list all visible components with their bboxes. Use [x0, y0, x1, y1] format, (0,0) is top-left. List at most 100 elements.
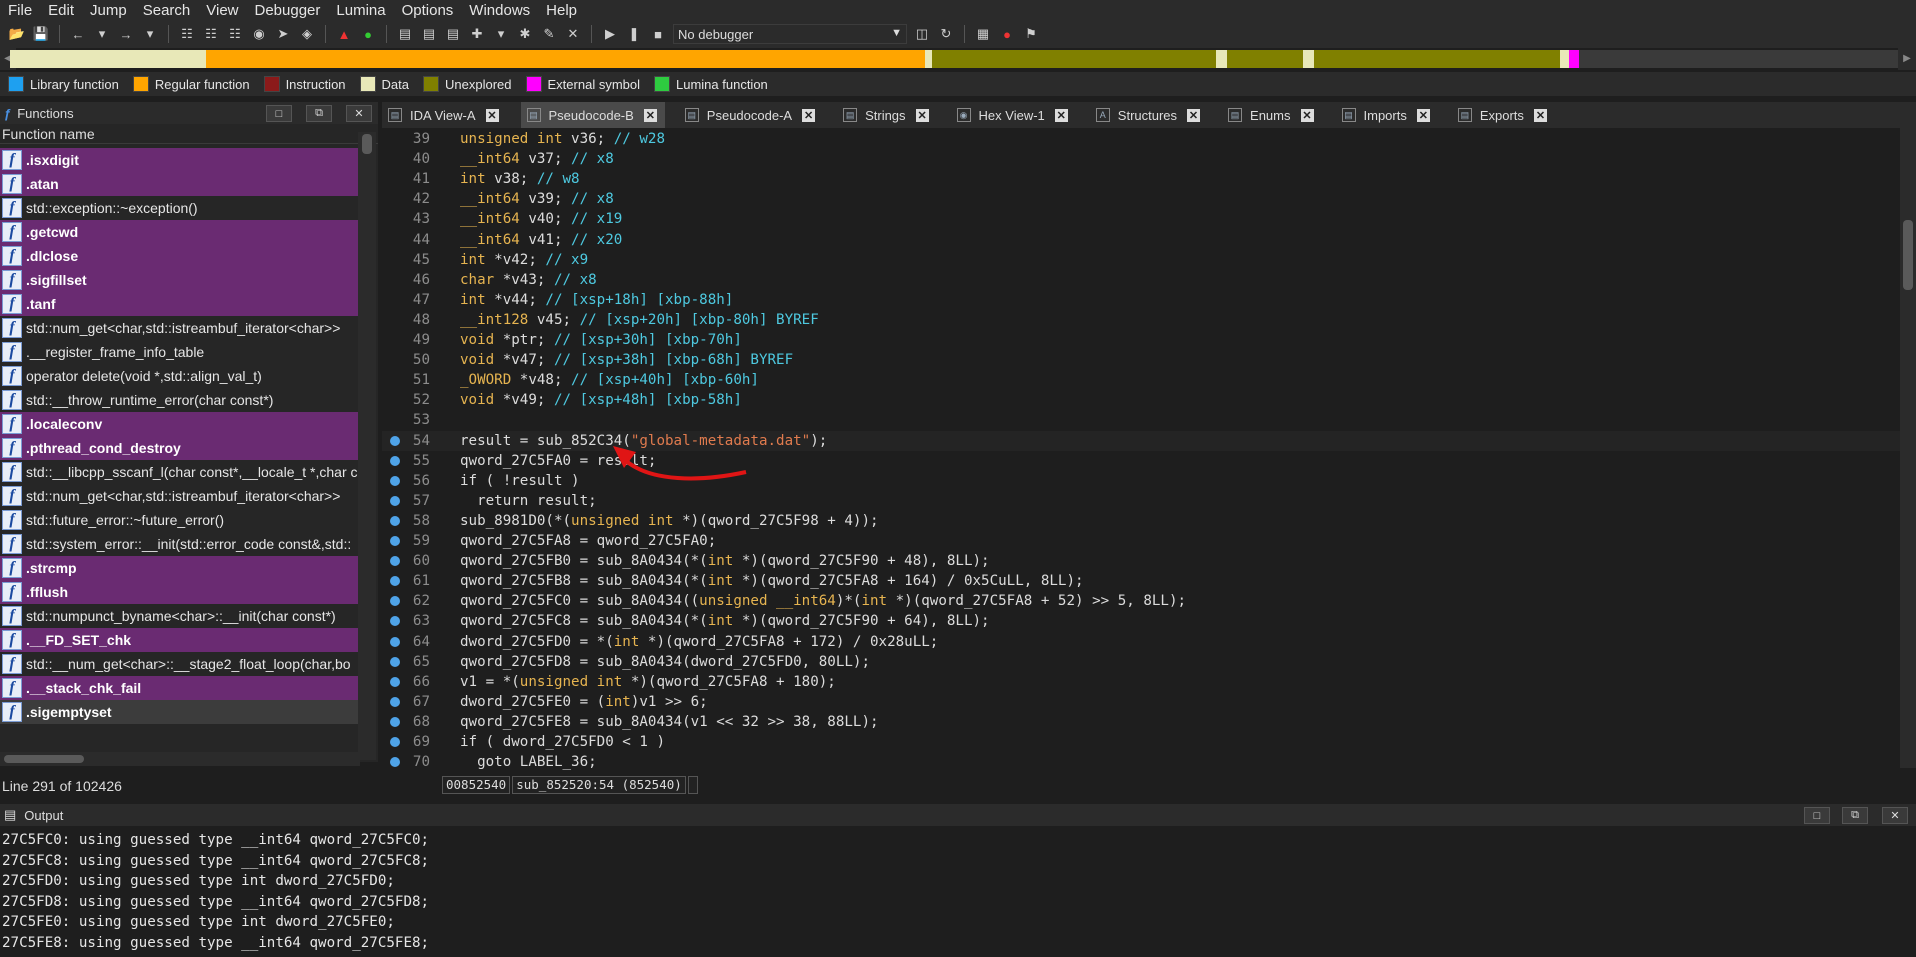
- warning-triangle-icon[interactable]: ▲: [335, 25, 353, 43]
- breakpoint-dot-icon[interactable]: [390, 495, 400, 506]
- attach-process-icon[interactable]: ◫: [913, 25, 931, 43]
- menu-options[interactable]: Options: [394, 2, 462, 19]
- code-line[interactable]: 65 qword_27C5FD8 = sub_8A0434(dword_27C5F…: [382, 652, 1902, 672]
- code-line[interactable]: 55 qword_27C5FA0 = result;: [382, 451, 1902, 471]
- panel-float-button[interactable]: ⧉: [306, 105, 332, 122]
- structure-icon[interactable]: ▤: [444, 25, 462, 43]
- code-line[interactable]: 67 dword_27C5FE0 = (int)v1 >> 6;: [382, 692, 1902, 712]
- tab-strings[interactable]: ▤ Strings ✕: [837, 102, 936, 128]
- code-line[interactable]: 64 dword_27C5FD0 = *(int *)(qword_27C5FA8…: [382, 632, 1902, 652]
- function-row[interactable]: f .sigfillset: [0, 268, 358, 292]
- function-row[interactable]: f operator delete(void *,std::align_val_t…: [0, 364, 358, 388]
- function-row[interactable]: f std::__libcpp_sscanf_l(char const*,__lo…: [0, 460, 358, 484]
- function-row[interactable]: f std::numpunct_byname<char>::__init(char…: [0, 604, 358, 628]
- breakpoint-dot-icon[interactable]: [390, 515, 400, 526]
- flag-icon[interactable]: ⚑: [1022, 25, 1040, 43]
- close-icon[interactable]: ✕: [1054, 108, 1068, 122]
- tab-hex-view-1[interactable]: ◉ Hex View-1 ✕: [951, 102, 1076, 128]
- breakpoint-dot-icon[interactable]: [390, 435, 400, 446]
- menu-edit[interactable]: Edit: [40, 2, 82, 19]
- function-row[interactable]: f std::__num_get<char>::__stage2_float_lo…: [0, 652, 358, 676]
- function-row[interactable]: f .atan: [0, 172, 358, 196]
- tab-ida-view-a[interactable]: ▤ IDA View-A ✕: [382, 102, 507, 128]
- tab-pseudocode-a[interactable]: ▤ Pseudocode-A ✕: [679, 102, 823, 128]
- save-icon[interactable]: 💾: [32, 25, 50, 43]
- code-line[interactable]: 47 int *v44; // [xsp+18h] [xbp-88h]: [382, 290, 1902, 310]
- breakpoint-dot-icon[interactable]: [390, 716, 400, 727]
- function-row[interactable]: f .localeconv: [0, 412, 358, 436]
- tab-imports[interactable]: ▤ Imports ✕: [1336, 102, 1438, 128]
- code-line[interactable]: 70 goto LABEL_36;: [382, 752, 1902, 772]
- search-immediate-icon[interactable]: ☷: [226, 25, 244, 43]
- code-line[interactable]: 60 qword_27C5FB0 = sub_8A0434(*(int *)(qw…: [382, 551, 1902, 571]
- close-icon[interactable]: ✕: [1533, 108, 1547, 122]
- output-close-button[interactable]: ✕: [1882, 807, 1908, 824]
- code-line[interactable]: 63 qword_27C5FC8 = sub_8A0434(*(int *)(qw…: [382, 611, 1902, 631]
- list-view-icon[interactable]: ▦: [974, 25, 992, 43]
- binoculars-icon[interactable]: ◉: [250, 25, 268, 43]
- function-row[interactable]: f .fflush: [0, 580, 358, 604]
- open-folder-icon[interactable]: 📂: [8, 25, 26, 43]
- code-line[interactable]: 48 __int128 v45; // [xsp+20h] [xbp-80h] B…: [382, 310, 1902, 330]
- code-line[interactable]: 42 __int64 v39; // x8: [382, 189, 1902, 209]
- lumina-green-icon[interactable]: ●: [359, 25, 377, 43]
- back-dropdown-icon[interactable]: ▾: [93, 25, 111, 43]
- panel-close-button[interactable]: ✕: [346, 105, 372, 122]
- function-row[interactable]: f .getcwd: [0, 220, 358, 244]
- scroll-thumb[interactable]: [4, 755, 84, 763]
- debugger-select[interactable]: No debugger ▼: [673, 24, 907, 44]
- code-line[interactable]: 49 void *ptr; // [xsp+30h] [xbp-70h]: [382, 330, 1902, 350]
- play-icon[interactable]: ▶: [601, 25, 619, 43]
- add-cross-ref-icon[interactable]: ✚: [468, 25, 486, 43]
- close-icon[interactable]: ✕: [802, 108, 816, 122]
- code-line[interactable]: 53: [382, 410, 1902, 430]
- code-line[interactable]: 69 if ( dword_27C5FD0 < 1 ): [382, 732, 1902, 752]
- menu-debugger[interactable]: Debugger: [247, 2, 329, 19]
- scroll-thumb[interactable]: [1903, 220, 1913, 290]
- function-row[interactable]: f .__stack_chk_fail: [0, 676, 358, 700]
- breakpoint-dot-icon[interactable]: [390, 757, 400, 768]
- patch-icon[interactable]: ✱: [516, 25, 534, 43]
- breakpoint-dot-icon[interactable]: [390, 455, 400, 466]
- close-icon[interactable]: ✕: [485, 108, 499, 122]
- code-line[interactable]: 46 char *v43; // x8: [382, 270, 1902, 290]
- output-restore-button[interactable]: □: [1804, 807, 1830, 824]
- code-line[interactable]: 58 sub_8981D0(*(unsigned int *)(qword_27C…: [382, 511, 1902, 531]
- dropdown-icon[interactable]: ▾: [492, 25, 510, 43]
- function-row[interactable]: f .pthread_cond_destroy: [0, 436, 358, 460]
- menu-search[interactable]: Search: [135, 2, 199, 19]
- code-line[interactable]: 56 if ( !result ): [382, 471, 1902, 491]
- code-line[interactable]: 61 qword_27C5FB8 = sub_8A0434(*(int *)(qw…: [382, 571, 1902, 591]
- function-row[interactable]: f std::system_error::__init(std::error_co…: [0, 532, 358, 556]
- function-row[interactable]: f std::exception::~exception(): [0, 196, 358, 220]
- menu-help[interactable]: Help: [538, 2, 585, 19]
- function-name-column-header[interactable]: Function name: [0, 124, 378, 144]
- nav-scroll-right[interactable]: ▶: [1898, 48, 1916, 70]
- function-row[interactable]: f .strcmp: [0, 556, 358, 580]
- code-line[interactable]: 50 void *v47; // [xsp+38h] [xbp-68h] BYRE…: [382, 350, 1902, 370]
- close-icon[interactable]: ✕: [915, 108, 929, 122]
- function-row[interactable]: f .tanf: [0, 292, 358, 316]
- code-line[interactable]: 52 void *v49; // [xsp+48h] [xbp-58h]: [382, 390, 1902, 410]
- menu-view[interactable]: View: [198, 2, 246, 19]
- search-text-icon[interactable]: ☷: [178, 25, 196, 43]
- function-row[interactable]: f std::num_get<char,std::istreambuf_itera…: [0, 484, 358, 508]
- output-float-button[interactable]: ⧉: [1842, 807, 1868, 824]
- close-icon[interactable]: ✕: [1416, 108, 1430, 122]
- function-row[interactable]: f .sigemptyset: [0, 700, 358, 724]
- close-icon[interactable]: ✕: [1187, 108, 1201, 122]
- code-line[interactable]: 59 qword_27C5FA8 = qword_27C5FA0;: [382, 531, 1902, 551]
- code-line[interactable]: 39 unsigned int v36; // w28: [382, 129, 1902, 149]
- forward-arrow-icon[interactable]: →: [117, 25, 135, 43]
- function-row[interactable]: f .__FD_SET_chk: [0, 628, 358, 652]
- pseudocode-view[interactable]: 39 unsigned int v36; // w28 40 __int64 v37;…: [382, 128, 1902, 770]
- tab-enums[interactable]: ▤ Enums ✕: [1222, 102, 1321, 128]
- code-line[interactable]: 44 __int64 v41; // x20: [382, 230, 1902, 250]
- edit-pen-icon[interactable]: ✎: [540, 25, 558, 43]
- breakpoint-dot-icon[interactable]: [390, 737, 400, 747]
- breakpoint-dot-icon[interactable]: [390, 536, 400, 546]
- breakpoint-icon[interactable]: ●: [998, 25, 1016, 43]
- function-row[interactable]: f .isxdigit: [0, 148, 358, 172]
- refresh-icon[interactable]: ↻: [937, 25, 955, 43]
- function-row[interactable]: f std::num_get<char,std::istreambuf_itera…: [0, 316, 358, 340]
